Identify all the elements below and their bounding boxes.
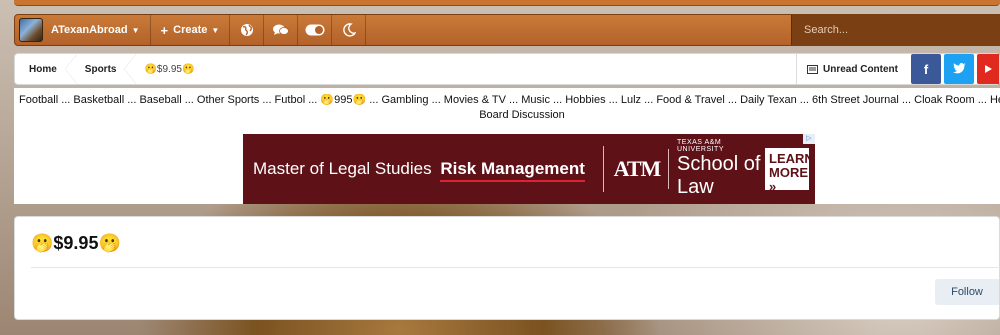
plus-icon: + <box>160 22 169 38</box>
ad-divider <box>668 149 669 189</box>
youtube-button[interactable] <box>977 54 999 84</box>
username: ATexanAbroad <box>51 24 128 36</box>
avatar <box>19 18 43 42</box>
globe-button[interactable] <box>230 15 265 45</box>
search-placeholder: Search... <box>804 24 849 36</box>
chevron-down-icon: ▼ <box>211 25 220 35</box>
ad-banner[interactable]: Master of Legal Studies Risk Management … <box>243 134 815 204</box>
chevron-down-icon: ▼ <box>131 25 140 35</box>
ad-school: TEXAS A&M UNIVERSITY School of Law <box>677 139 765 199</box>
follow-button[interactable]: Follow <box>935 279 999 305</box>
top-strip <box>14 0 1000 6</box>
dark-mode-button[interactable] <box>332 15 367 45</box>
ad-headline: Master of Legal Studies Risk Management <box>243 159 585 182</box>
ad-choices-icon[interactable]: ▷ <box>803 134 815 144</box>
navbar: ATexanAbroad ▼ + Create ▼ Search... <box>14 14 1000 46</box>
chat-icon <box>272 24 289 35</box>
unread-content-button[interactable]: Unread Content <box>796 54 908 84</box>
search-input[interactable]: Search... <box>791 15 999 45</box>
ad-text: Master of Legal Studies <box>253 159 432 178</box>
youtube-icon <box>985 65 992 73</box>
ad-divider <box>602 146 604 192</box>
moon-icon <box>342 23 356 37</box>
page-title: 🫢$9.95🫢 <box>31 233 121 253</box>
breadcrumb-home[interactable]: Home <box>15 54 77 84</box>
topic-card: 🫢$9.95🫢 Follow <box>14 216 1000 320</box>
ad-text-bold: Risk Management <box>440 159 585 182</box>
forum-link-board-discussion[interactable]: Board Discussion <box>14 109 1000 121</box>
breadcrumb: Home Sports 🫢$9.95🫢 Unread Content f <box>14 53 1000 85</box>
toggle-icon <box>305 24 325 36</box>
create-button[interactable]: + Create ▼ <box>151 15 231 45</box>
twitter-icon <box>952 62 966 77</box>
ad-learn-more-button[interactable]: LEARN MORE » <box>765 148 814 194</box>
user-menu[interactable]: ATexanAbroad ▼ <box>15 15 151 45</box>
chat-button[interactable] <box>264 15 299 45</box>
theme-toggle[interactable] <box>298 15 333 45</box>
newspaper-icon <box>807 64 818 74</box>
facebook-icon: f <box>923 61 929 77</box>
create-label: Create <box>173 24 208 36</box>
globe-icon <box>240 24 253 36</box>
divider <box>31 267 1000 268</box>
tamu-logo: ATM <box>613 156 662 182</box>
facebook-button[interactable]: f <box>911 54 941 84</box>
ad-school-name: School of Law <box>677 153 761 198</box>
breadcrumb-current: 🫢$9.95🫢 <box>144 63 195 75</box>
breadcrumb-sports[interactable]: Sports <box>71 54 137 84</box>
twitter-button[interactable] <box>944 54 974 84</box>
forum-links[interactable]: Football ... Basketball ... Baseball ...… <box>14 94 1000 106</box>
tamu-logo-text: ATM <box>613 156 662 181</box>
forum-links-section: Football ... Basketball ... Baseball ...… <box>14 88 1000 204</box>
ad-school-small: TEXAS A&M UNIVERSITY <box>677 139 725 153</box>
unread-label: Unread Content <box>823 63 898 75</box>
